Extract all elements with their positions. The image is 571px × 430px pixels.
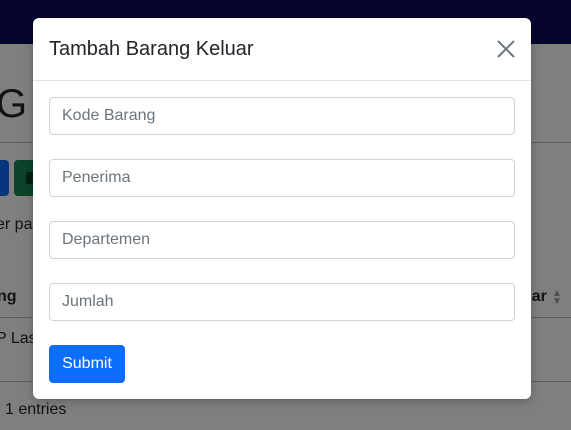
jumlah-input[interactable] [49,283,515,321]
close-button[interactable] [495,38,517,60]
modal-title: Tambah Barang Keluar [49,38,254,60]
submit-button[interactable]: Submit [49,345,125,383]
penerima-input[interactable] [49,159,515,197]
kode-barang-input[interactable] [49,97,515,135]
add-outgoing-item-modal: Tambah Barang Keluar Submit [33,18,531,399]
departemen-input[interactable] [49,221,515,259]
modal-header: Tambah Barang Keluar [33,18,531,81]
close-icon [497,40,515,58]
